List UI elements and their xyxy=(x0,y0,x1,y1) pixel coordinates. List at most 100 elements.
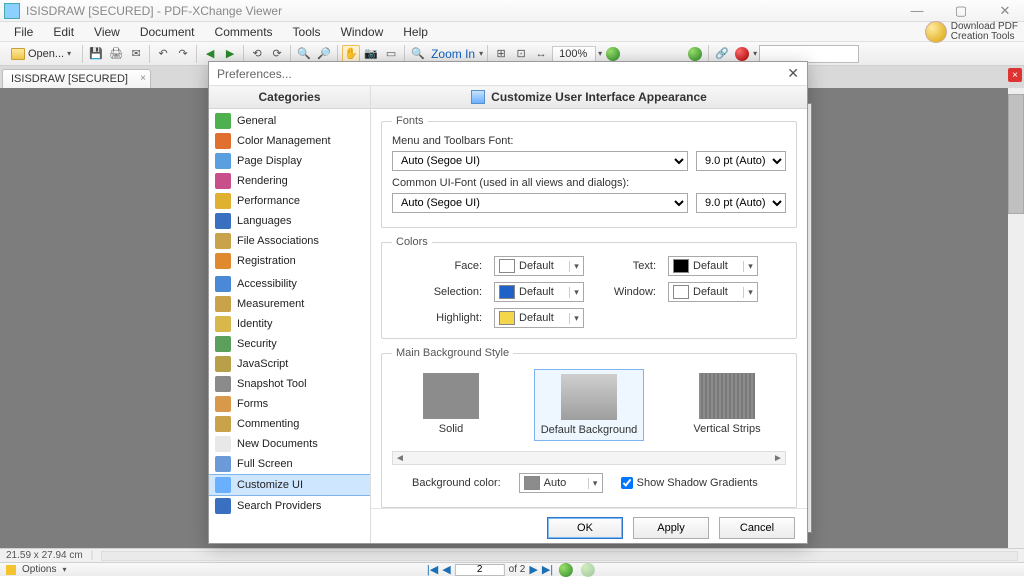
bg-thumbs-scrollbar[interactable]: ◄► xyxy=(392,451,786,465)
bg-color-picker[interactable]: Auto▾ xyxy=(519,473,603,493)
menu-window[interactable]: Window xyxy=(333,23,392,41)
customize-ui-icon xyxy=(471,90,485,104)
download-pdf-tools-button[interactable]: Download PDFCreation Tools xyxy=(925,21,1018,43)
open-button[interactable]: Open...▾ xyxy=(4,46,78,62)
common-font-size-select[interactable]: 9.0 pt (Auto) xyxy=(696,193,786,213)
close-all-tabs-button[interactable]: × xyxy=(1008,68,1022,82)
shadow-label: Show Shadow Gradients xyxy=(637,477,758,489)
category-general[interactable]: General xyxy=(209,111,370,131)
minimize-button[interactable]: — xyxy=(902,3,932,19)
zoom-in-label[interactable]: Zoom In xyxy=(429,47,477,61)
category-search-providers[interactable]: Search Providers xyxy=(209,496,370,516)
vertical-scrollbar[interactable] xyxy=(1008,88,1024,548)
select-tool-icon[interactable]: ▭ xyxy=(382,45,400,63)
selection-color-picker[interactable]: Default▾ xyxy=(494,282,584,302)
fit-page-icon[interactable]: ⊡ xyxy=(512,45,530,63)
category-full-screen[interactable]: Full Screen xyxy=(209,454,370,474)
apply-button[interactable]: Apply xyxy=(633,517,709,539)
dialog-close-button[interactable]: ✕ xyxy=(787,65,799,82)
next-page-button[interactable]: ▶ xyxy=(529,563,537,576)
category-languages[interactable]: Languages xyxy=(209,211,370,231)
window-color-picker[interactable]: Default▾ xyxy=(668,282,758,302)
menu-view[interactable]: View xyxy=(86,23,128,41)
last-page-button[interactable]: ▶| xyxy=(542,563,553,576)
first-page-button[interactable]: |◀ xyxy=(427,563,438,576)
window-title: ISISDRAW [SECURED] - PDF-XChange Viewer xyxy=(26,4,902,18)
nav-back-icon[interactable]: ◀ xyxy=(201,45,219,63)
tab-close-icon[interactable]: × xyxy=(140,73,146,84)
hand-tool-icon[interactable]: ✋ xyxy=(342,45,360,63)
search-panel-icon[interactable]: 🔎 xyxy=(315,45,333,63)
category-label: New Documents xyxy=(237,438,318,450)
zoom-in-button[interactable] xyxy=(686,45,704,63)
redo-icon[interactable]: ↷ xyxy=(174,45,192,63)
rotate-ccw-icon[interactable]: ⟲ xyxy=(248,45,266,63)
category-commenting[interactable]: Commenting xyxy=(209,414,370,434)
actual-size-icon[interactable]: ⊞ xyxy=(492,45,510,63)
nav-fwd-icon[interactable]: ▶ xyxy=(221,45,239,63)
category-rendering[interactable]: Rendering xyxy=(209,171,370,191)
category-performance[interactable]: Performance xyxy=(209,191,370,211)
print-icon[interactable]: 🖨 xyxy=(107,45,125,63)
show-shadow-gradients-checkbox[interactable]: Show Shadow Gradients xyxy=(621,477,758,489)
undo-icon[interactable]: ↶ xyxy=(154,45,172,63)
find-icon[interactable]: 🔍 xyxy=(295,45,313,63)
category-snapshot-tool[interactable]: Snapshot Tool xyxy=(209,374,370,394)
app-icon xyxy=(4,3,20,19)
fit-width-icon[interactable]: ↔ xyxy=(532,45,550,63)
zoom-out-button[interactable] xyxy=(604,45,622,63)
category-label: Search Providers xyxy=(237,500,321,512)
dialog-main-title: Customize User Interface Appearance xyxy=(491,90,707,104)
common-font-select[interactable]: Auto (Segoe UI) xyxy=(392,193,688,213)
category-forms[interactable]: Forms xyxy=(209,394,370,414)
menu-tools[interactable]: Tools xyxy=(285,23,329,41)
category-new-documents[interactable]: New Documents xyxy=(209,434,370,454)
page-number-input[interactable] xyxy=(455,564,505,576)
menu-edit[interactable]: Edit xyxy=(45,23,82,41)
text-color-picker[interactable]: Default▾ xyxy=(668,256,758,276)
toolbar-search-input[interactable] xyxy=(759,45,859,63)
category-identity[interactable]: Identity xyxy=(209,314,370,334)
save-icon[interactable]: 💾 xyxy=(87,45,105,63)
category-file-associations[interactable]: File Associations xyxy=(209,231,370,251)
category-security[interactable]: Security xyxy=(209,334,370,354)
ask-icon[interactable] xyxy=(733,45,751,63)
bg-style-strips[interactable]: Vertical Strips xyxy=(672,373,782,435)
category-measurement[interactable]: Measurement xyxy=(209,294,370,314)
prev-page-button[interactable]: ◀ xyxy=(442,563,450,576)
category-customize-ui[interactable]: Customize UI xyxy=(209,474,370,496)
menu-font-select[interactable]: Auto (Segoe UI) xyxy=(392,151,688,171)
menu-help[interactable]: Help xyxy=(395,23,436,41)
category-page-display[interactable]: Page Display xyxy=(209,151,370,171)
zoom-percent-field[interactable]: 100% xyxy=(552,46,596,62)
category-javascript[interactable]: JavaScript xyxy=(209,354,370,374)
menu-font-size-select[interactable]: 9.0 pt (Auto) xyxy=(696,151,786,171)
menu-comments[interactable]: Comments xyxy=(207,23,281,41)
horizontal-scrollbar[interactable] xyxy=(101,551,1018,561)
menu-file[interactable]: File xyxy=(6,23,41,41)
link-icon[interactable]: 🔗 xyxy=(713,45,731,63)
document-tab[interactable]: ISISDRAW [SECURED] × xyxy=(2,69,151,88)
zoom-slider[interactable] xyxy=(624,45,684,63)
highlight-color-picker[interactable]: Default▾ xyxy=(494,308,584,328)
cancel-button[interactable]: Cancel xyxy=(719,517,795,539)
strips-label: Vertical Strips xyxy=(672,423,782,435)
maximize-button[interactable]: ▢ xyxy=(946,3,976,19)
bg-style-solid[interactable]: Solid xyxy=(396,373,506,435)
zoom-tool-icon[interactable]: 🔍 xyxy=(409,45,427,63)
category-registration[interactable]: Registration xyxy=(209,251,370,271)
rotate-cw-icon[interactable]: ⟳ xyxy=(268,45,286,63)
snapshot-icon[interactable]: 📷 xyxy=(362,45,380,63)
menu-document[interactable]: Document xyxy=(132,23,203,41)
mail-icon[interactable]: ✉ xyxy=(127,45,145,63)
text-color-label: Text: xyxy=(596,260,656,272)
face-color-picker[interactable]: Default▾ xyxy=(494,256,584,276)
close-window-button[interactable]: ✕ xyxy=(990,3,1020,19)
ok-button[interactable]: OK xyxy=(547,517,623,539)
options-button[interactable]: Options xyxy=(22,564,56,575)
bg-style-default[interactable]: Default Background xyxy=(534,369,644,441)
selection-color-label: Selection: xyxy=(392,286,482,298)
preferences-dialog: Preferences... ✕ Categories GeneralColor… xyxy=(208,61,808,544)
category-color-management[interactable]: Color Management xyxy=(209,131,370,151)
category-accessibility[interactable]: Accessibility xyxy=(209,274,370,294)
